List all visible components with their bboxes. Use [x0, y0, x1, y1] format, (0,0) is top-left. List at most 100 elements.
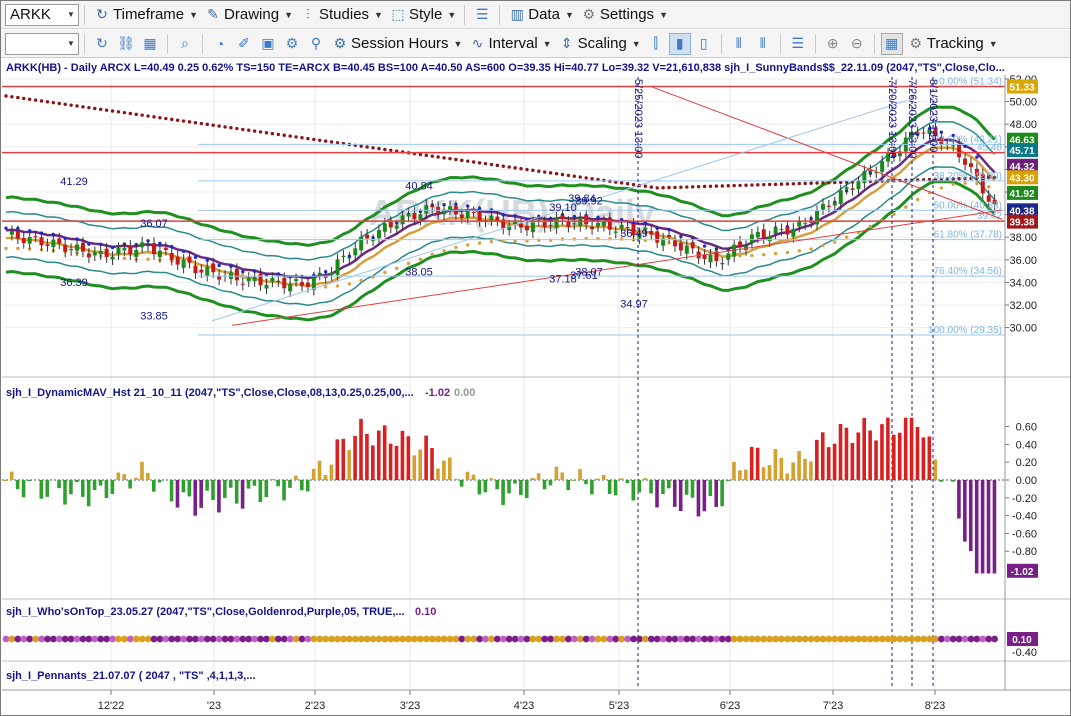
zoom-in-icon[interactable]: ⊕: [822, 33, 844, 55]
candle-body: [584, 215, 589, 225]
grid-icon[interactable]: ▦: [139, 33, 161, 55]
ohlc-icon[interactable]: ⦀: [728, 33, 750, 55]
zoom-data-icon[interactable]: ⌕: [174, 33, 196, 55]
long-ma-dot: [164, 116, 168, 121]
zoom-out-icon[interactable]: ⊖: [846, 33, 868, 55]
long-ma-dot: [667, 185, 671, 190]
hierarchy-icon[interactable]: ⚲: [305, 33, 327, 55]
whos-on-top-dot: [85, 635, 93, 643]
long-ma-dot: [4, 94, 8, 98]
tracking-button[interactable]: ⚙ Tracking ▼: [904, 32, 1001, 56]
drawing-button[interactable]: ✎ Drawing ▼: [201, 3, 296, 27]
candle-body: [21, 238, 26, 244]
whos-on-top-dot: [647, 635, 655, 643]
data-button[interactable]: ▥ Data ▼: [505, 3, 577, 27]
symbol-combo[interactable]: ARKK ▼: [5, 3, 79, 26]
link-icon[interactable]: ⛓: [115, 33, 137, 55]
gauge-icon[interactable]: ◔: [209, 33, 231, 55]
histogram-bar: [862, 417, 866, 480]
grid-view-icon[interactable]: ▦: [880, 32, 903, 55]
long-ma-dot: [294, 135, 298, 139]
session-hours-button[interactable]: ⚙ Session Hours ▼: [328, 32, 465, 56]
histogram-bar: [323, 475, 328, 480]
whos-on-top-dot: [582, 635, 590, 643]
candle-body: [45, 244, 50, 246]
whos-on-top-dot: [837, 635, 845, 643]
histogram-bar: [927, 436, 932, 480]
candle-body: [140, 242, 145, 248]
histogram-bar: [892, 434, 896, 480]
chart-settings-icon[interactable]: ⚙: [281, 33, 303, 55]
candle-body: [767, 236, 772, 242]
histogram-bar: [779, 457, 784, 480]
whos-on-top-dot: [61, 635, 69, 643]
price-tag-label: 39.38: [1009, 218, 1034, 229]
whos-on-top-dot: [831, 635, 839, 643]
chevron-down-icon[interactable]: ▼: [64, 39, 78, 48]
histogram-bar: [388, 443, 393, 480]
candle-body: [80, 242, 85, 252]
ma-dot: [915, 197, 920, 202]
hollow-candle-icon[interactable]: ▯: [693, 33, 715, 55]
interval-button[interactable]: ∿ Interval ▼: [465, 32, 554, 56]
candle-body: [193, 266, 198, 274]
whos-on-top-dot: [683, 635, 691, 643]
long-ma-dot: [318, 138, 322, 142]
style-button[interactable]: ⬚ Style ▼: [386, 3, 459, 27]
time-tick-label: 3'23: [400, 700, 420, 712]
histogram-bar: [690, 480, 695, 498]
long-ma-dot: [708, 184, 713, 189]
histogram-bar: [815, 439, 819, 480]
long-ma-dot: [584, 176, 588, 180]
long-ma-dot: [193, 121, 198, 125]
whos-on-top-dot: [38, 635, 45, 643]
histogram-bar: [489, 478, 494, 480]
candle-body: [335, 259, 340, 275]
ma-dot: [773, 251, 778, 256]
ma-dot: [785, 250, 790, 255]
candle-body: [607, 218, 612, 230]
whos-on-top-dot: [440, 635, 448, 643]
histogram-bar: [317, 460, 322, 480]
whos-on-top-dot: [594, 635, 602, 643]
histogram-bar: [193, 480, 198, 516]
scaling-button[interactable]: ⇕ Scaling ▼: [555, 32, 644, 56]
candle-body: [104, 248, 109, 258]
timeframe-button[interactable]: ↻ Timeframe ▼: [90, 3, 201, 27]
whos-on-top-dot: [665, 635, 673, 643]
long-ma-dot: [223, 125, 227, 129]
ohlc-alt-icon[interactable]: ⦀: [752, 33, 774, 55]
refresh-icon[interactable]: ↻: [91, 33, 113, 55]
bar-style-icon[interactable]: ⫿: [645, 33, 667, 55]
histogram-bar: [252, 480, 257, 486]
chevron-down-icon[interactable]: ▼: [64, 10, 78, 19]
histogram-bar: [418, 449, 422, 480]
interval-label: Interval: [488, 35, 538, 52]
brush-icon[interactable]: ✐: [233, 33, 255, 55]
studies-button[interactable]: ⫶ Studies ▼: [296, 3, 386, 27]
long-ma-dot: [22, 96, 26, 101]
whos-on-top-dot: [476, 635, 483, 643]
histogram-bar: [980, 480, 985, 574]
ma-dot: [833, 240, 837, 244]
histogram-bar: [223, 480, 227, 498]
layout-icon[interactable]: ☰: [787, 33, 809, 55]
candle-body: [305, 282, 310, 287]
histogram-bar: [684, 480, 689, 495]
candle-body: [152, 243, 156, 255]
histogram-bar: [477, 480, 482, 495]
layout-icon[interactable]: ☰: [471, 4, 493, 26]
long-ma-dot: [288, 134, 292, 138]
ma-dot: [548, 238, 553, 242]
histogram-bar: [341, 438, 346, 480]
ma-dot: [738, 254, 742, 258]
chart-area[interactable]: ARKK(HB), Daily 0.00% (51.34)23.60% (46.…: [2, 59, 1070, 715]
candle-body: [590, 226, 595, 230]
price-tag-label: 45.71: [1009, 146, 1034, 157]
ma-dot: [383, 270, 387, 275]
settings-button[interactable]: ⚙ Settings ▼: [577, 3, 671, 27]
histogram-bar: [720, 480, 724, 507]
candlestick-icon[interactable]: ▮: [668, 32, 691, 55]
preset-combo[interactable]: ▼: [5, 32, 79, 55]
image-icon[interactable]: ▣: [257, 33, 279, 55]
